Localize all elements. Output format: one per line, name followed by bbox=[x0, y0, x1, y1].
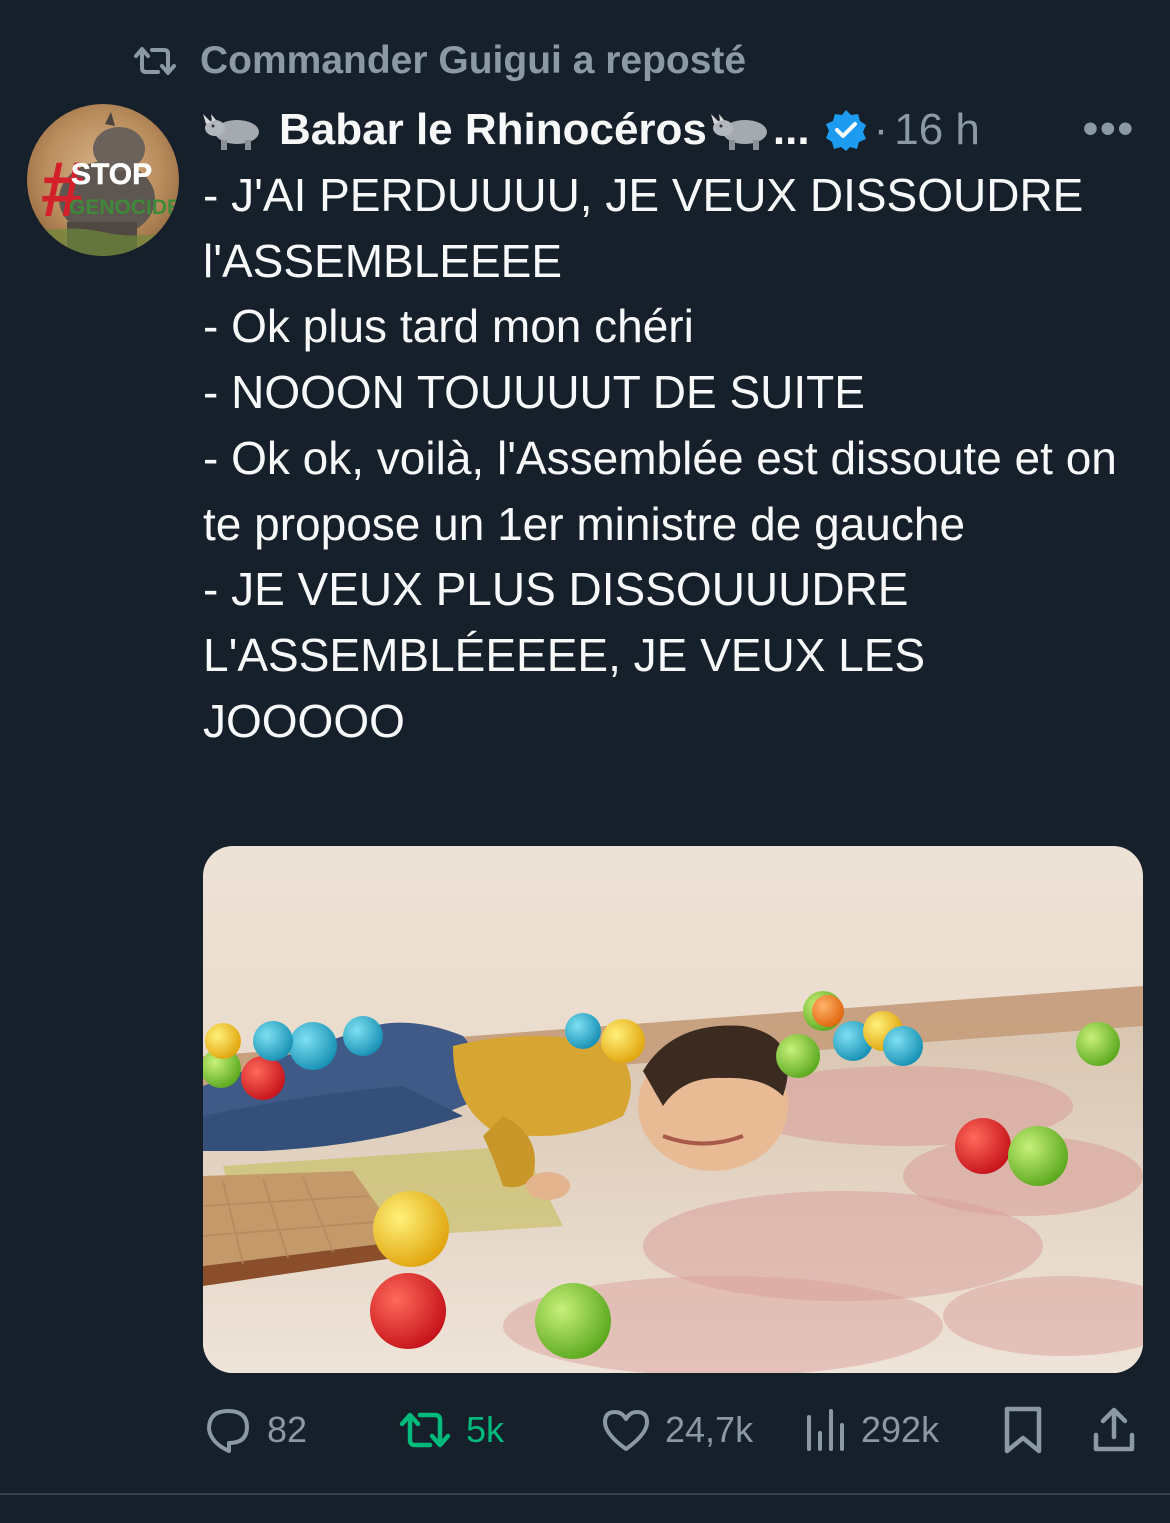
views-count: 292k bbox=[861, 1409, 940, 1450]
views-button[interactable]: 292k bbox=[803, 1395, 939, 1465]
repost-text: Commander Guigui a reposté bbox=[200, 39, 747, 82]
action-bar: 82 5k 24,7k 292k bbox=[203, 1395, 1148, 1465]
avatar[interactable]: # STOP GENOCIDE bbox=[27, 104, 179, 256]
post-timestamp[interactable]: 16 h bbox=[894, 105, 980, 155]
like-count: 24,7k bbox=[665, 1409, 754, 1450]
repost-icon bbox=[399, 1412, 451, 1448]
verified-badge-icon[interactable] bbox=[824, 108, 868, 152]
heart-icon bbox=[603, 1410, 649, 1451]
share-button[interactable] bbox=[1091, 1395, 1137, 1465]
rhinoceros-emoji bbox=[203, 108, 265, 152]
repost-button[interactable]: 5k bbox=[398, 1395, 504, 1465]
rhinoceros-emoji bbox=[710, 108, 773, 152]
reply-count: 82 bbox=[267, 1409, 308, 1450]
author-name[interactable]: Babar le Rhinocéros bbox=[279, 105, 707, 155]
views-chart-icon bbox=[807, 1409, 844, 1451]
tweet-text: - J'AI PERDUUUU, JE VEUX DISSOUDRE l'ASS… bbox=[203, 169, 1117, 747]
post-header: Babar le Rhinocéros ... · 16 h ••• bbox=[203, 100, 1153, 160]
like-button[interactable]: 24,7k bbox=[601, 1395, 753, 1465]
share-icon bbox=[1093, 1407, 1135, 1452]
name-truncation: ... bbox=[772, 105, 810, 154]
repost-context[interactable]: Commander Guigui a reposté bbox=[132, 36, 746, 86]
meta-separator: · bbox=[873, 105, 889, 154]
post-image[interactable] bbox=[203, 846, 1143, 1373]
post[interactable]: Commander Guigui a reposté # STOP GENOCI… bbox=[0, 0, 1170, 1523]
more-icon[interactable]: ••• bbox=[1083, 104, 1135, 154]
avatar-image: # STOP GENOCIDE bbox=[27, 104, 179, 256]
bookmark-icon bbox=[1004, 1406, 1042, 1454]
bookmark-button[interactable] bbox=[1001, 1395, 1045, 1465]
post-divider bbox=[0, 1493, 1170, 1495]
avatar-genocide-text: GENOCIDE bbox=[69, 196, 179, 219]
photo-crying-child bbox=[203, 846, 1143, 1373]
reply-icon bbox=[207, 1409, 249, 1453]
reply-button[interactable]: 82 bbox=[203, 1395, 307, 1465]
avatar-stop-text: STOP bbox=[71, 158, 152, 191]
repost-icon bbox=[134, 47, 176, 75]
repost-count: 5k bbox=[466, 1409, 505, 1450]
